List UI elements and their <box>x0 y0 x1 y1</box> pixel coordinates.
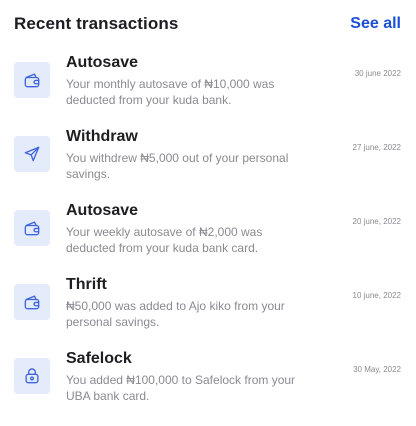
section-header: Recent transactions See all <box>14 0 402 48</box>
transaction-date: 27 june, 2022 <box>352 143 402 152</box>
transaction-description: You added ₦100,000 to Safelock from your… <box>66 373 296 403</box>
transaction-body: Autosave Your monthly autosave of ₦10,00… <box>66 48 296 108</box>
transaction-title: Withdraw <box>66 128 138 145</box>
send-icon <box>14 136 50 172</box>
transaction-title: Autosave <box>66 202 139 219</box>
transaction-description: Your weekly autosave of ₦2,000 was deduc… <box>66 225 263 255</box>
wallet-icon <box>14 62 50 98</box>
transaction-date: 20 june, 2022 <box>352 217 402 226</box>
transaction-description: Your monthly autosave of ₦10,000 was ded… <box>66 77 275 107</box>
transaction-body: Withdraw You withdrew ₦5,000 out of your… <box>66 122 296 182</box>
transaction-body: Thrift ₦50,000 was added to Ajo kiko fro… <box>66 270 296 330</box>
transaction-row[interactable]: Safelock You added ₦100,000 to Safelock … <box>14 344 402 418</box>
transaction-row[interactable]: Thrift ₦50,000 was added to Ajo kiko fro… <box>14 270 402 344</box>
transaction-list: Autosave Your monthly autosave of ₦10,00… <box>14 48 402 418</box>
transaction-date: 30 May, 2022 <box>353 365 401 374</box>
transaction-row[interactable]: Autosave Your weekly autosave of ₦2,000 … <box>14 196 402 270</box>
transaction-row[interactable]: Autosave Your monthly autosave of ₦10,00… <box>14 48 402 122</box>
transaction-description: You withdrew ₦5,000 out of your personal… <box>66 151 289 181</box>
transaction-title: Autosave <box>66 54 139 71</box>
transaction-body: Safelock You added ₦100,000 to Safelock … <box>66 344 296 404</box>
section-title: Recent transactions <box>14 14 179 33</box>
recent-transactions-panel: Recent transactions See all Autosave You… <box>0 0 416 426</box>
wallet-icon <box>14 284 50 320</box>
lock-icon <box>14 358 50 394</box>
see-all-link[interactable]: See all <box>350 15 401 33</box>
wallet-icon <box>14 210 50 246</box>
transaction-row[interactable]: Withdraw You withdrew ₦5,000 out of your… <box>14 122 402 196</box>
transaction-date: 30 june 2022 <box>354 69 401 78</box>
transaction-description: ₦50,000 was added to Ajo kiko from your … <box>66 299 285 329</box>
transaction-title: Thrift <box>66 276 107 293</box>
transaction-body: Autosave Your weekly autosave of ₦2,000 … <box>66 196 296 256</box>
transaction-title: Safelock <box>66 350 132 367</box>
transaction-date: 10 june, 2022 <box>352 291 402 300</box>
